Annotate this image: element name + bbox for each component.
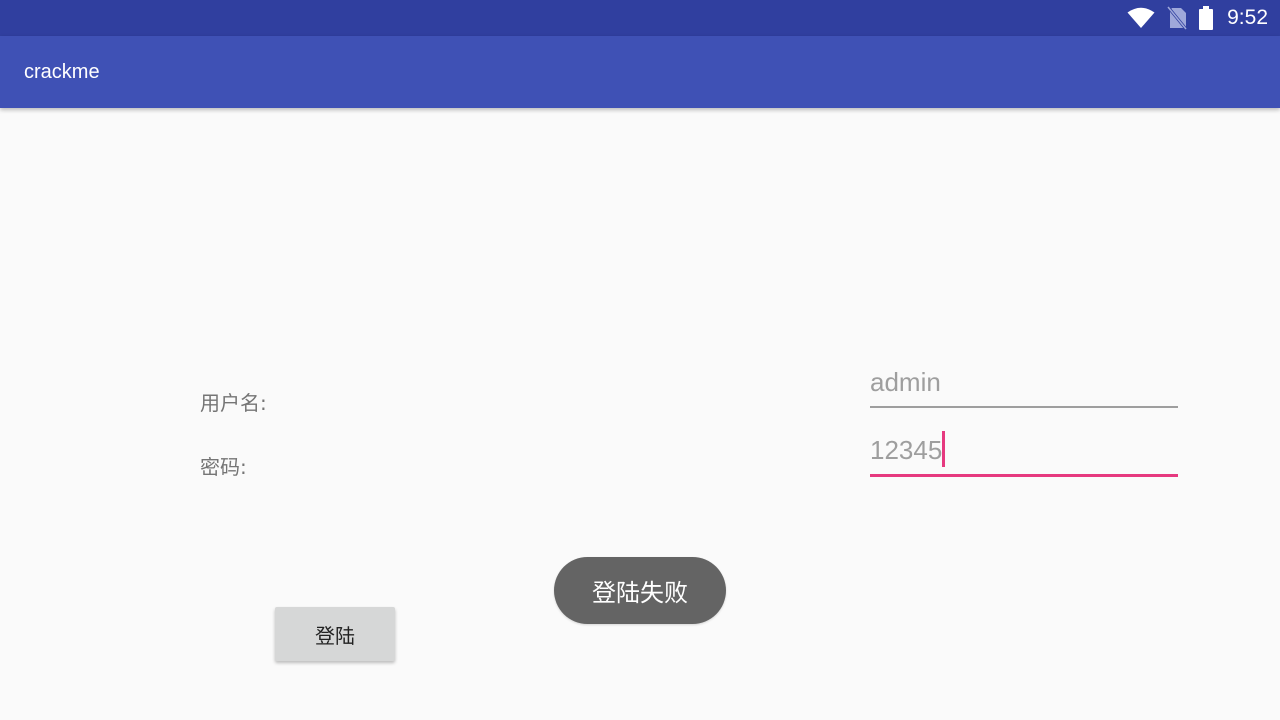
login-button[interactable]: 登陆 [275, 607, 395, 661]
toast-message: 登陆失败 [554, 557, 726, 624]
status-clock: 9:52 [1227, 6, 1268, 29]
battery-icon [1199, 6, 1214, 30]
username-label: 用户名: [200, 391, 267, 415]
app-title: crackme [24, 61, 100, 83]
app-bar: crackme [0, 36, 1280, 108]
no-sim-icon [1167, 6, 1188, 30]
status-bar: 9:52 [0, 0, 1280, 36]
status-icons: 9:52 [1127, 0, 1268, 36]
username-value: admin [870, 367, 941, 397]
password-label: 密码: [200, 455, 247, 479]
password-value: 12345 [870, 435, 943, 465]
username-field[interactable]: admin [870, 366, 1178, 408]
text-cursor [942, 431, 946, 467]
password-field[interactable]: 12345 [870, 431, 1178, 477]
wifi-icon [1127, 7, 1155, 29]
